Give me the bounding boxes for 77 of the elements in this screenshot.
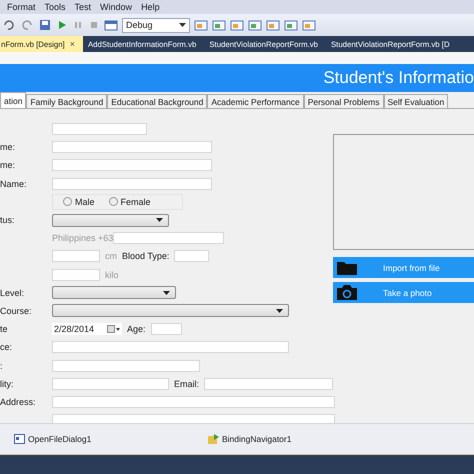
- save-icon[interactable]: [38, 19, 52, 31]
- input-field[interactable]: [52, 414, 335, 423]
- play-icon[interactable]: [56, 19, 68, 31]
- field-label: tus:: [0, 215, 15, 226]
- menu-item[interactable]: Format: [7, 2, 36, 12]
- caret-icon: [156, 218, 163, 222]
- menu-item[interactable]: Help: [141, 2, 160, 12]
- form-tab[interactable]: ation: [0, 92, 26, 108]
- unit-label: kilo: [105, 270, 119, 280]
- unit-label: cm: [105, 251, 117, 262]
- tray-component[interactable]: OpenFileDialog1: [14, 434, 208, 444]
- window-icon[interactable]: [104, 19, 118, 31]
- form-tab[interactable]: Family Background: [26, 94, 108, 108]
- field-label: Email:: [174, 378, 200, 389]
- window-icon[interactable]: [194, 19, 208, 31]
- tray-component[interactable]: BindingNavigator1: [208, 434, 402, 444]
- field-label: Blood Type:: [122, 251, 170, 262]
- input-field[interactable]: [204, 378, 334, 390]
- field-label: ce:: [0, 342, 12, 352]
- input-field[interactable]: [52, 159, 212, 172]
- field-label: Age:: [127, 324, 146, 334]
- field-label: me:: [0, 142, 16, 152]
- input-field[interactable]: [52, 123, 147, 136]
- field-label: me:: [0, 160, 16, 170]
- menu-item[interactable]: Window: [100, 2, 132, 12]
- input-field[interactable]: [52, 396, 335, 408]
- window-icon[interactable]: [284, 19, 298, 31]
- calendar-icon: [107, 325, 120, 334]
- field-label: Name:: [0, 178, 27, 189]
- input-field[interactable]: [113, 232, 224, 244]
- radio-button[interactable]: Male: [63, 196, 95, 207]
- form-tab[interactable]: Personal Problems: [304, 94, 384, 108]
- caret-icon: [276, 308, 283, 313]
- dropdown[interactable]: [52, 214, 169, 227]
- input-field[interactable]: [52, 178, 212, 190]
- folder-icon: [337, 260, 357, 275]
- input-field[interactable]: [52, 360, 200, 372]
- form-tab[interactable]: Self Evaluation: [384, 94, 448, 108]
- menu-item[interactable]: Test: [74, 2, 92, 12]
- undo-icon[interactable]: [2, 19, 16, 31]
- field-label: :: [0, 360, 3, 371]
- window-icon[interactable]: [302, 19, 316, 31]
- input-field[interactable]: [52, 378, 169, 390]
- dropdown[interactable]: [52, 286, 176, 300]
- input-field[interactable]: [52, 341, 289, 354]
- window-icon[interactable]: [266, 19, 280, 31]
- configuration-dropdown[interactable]: Debug: [122, 18, 190, 32]
- field-label: Course:: [0, 306, 32, 316]
- dropdown[interactable]: [52, 304, 289, 318]
- redo-icon[interactable]: [20, 19, 34, 31]
- form-tab[interactable]: Academic Performance: [207, 94, 304, 108]
- window-icon[interactable]: [248, 19, 262, 31]
- field-label: Address:: [0, 396, 36, 407]
- phone-prefix: Philippines +63: [52, 233, 114, 244]
- dialog-icon: [14, 434, 25, 444]
- stop-icon[interactable]: [88, 19, 100, 31]
- input-field[interactable]: [52, 250, 100, 262]
- window-icon[interactable]: [230, 19, 244, 31]
- pause-icon[interactable]: [72, 19, 84, 31]
- field-label: lity:: [0, 378, 14, 389]
- caret-icon: [163, 290, 170, 295]
- input-field[interactable]: [150, 323, 182, 336]
- input-field[interactable]: [52, 268, 100, 281]
- caret-icon: [179, 23, 186, 27]
- field-label: Level:: [0, 288, 24, 298]
- camera-icon: [337, 285, 357, 300]
- navigator-icon: [208, 434, 219, 444]
- window-icon[interactable]: [212, 19, 226, 31]
- field-label: te: [0, 324, 8, 334]
- form-tab[interactable]: Educational Background: [107, 94, 208, 108]
- form-title: Student's Informatio: [323, 68, 474, 88]
- close-icon[interactable]: ×: [70, 39, 75, 49]
- input-field[interactable]: [174, 250, 210, 262]
- date-picker[interactable]: 2/28/2014: [52, 323, 122, 336]
- radio-button[interactable]: Female: [108, 196, 151, 207]
- menu-item[interactable]: Tools: [44, 2, 66, 12]
- input-field[interactable]: [52, 141, 212, 154]
